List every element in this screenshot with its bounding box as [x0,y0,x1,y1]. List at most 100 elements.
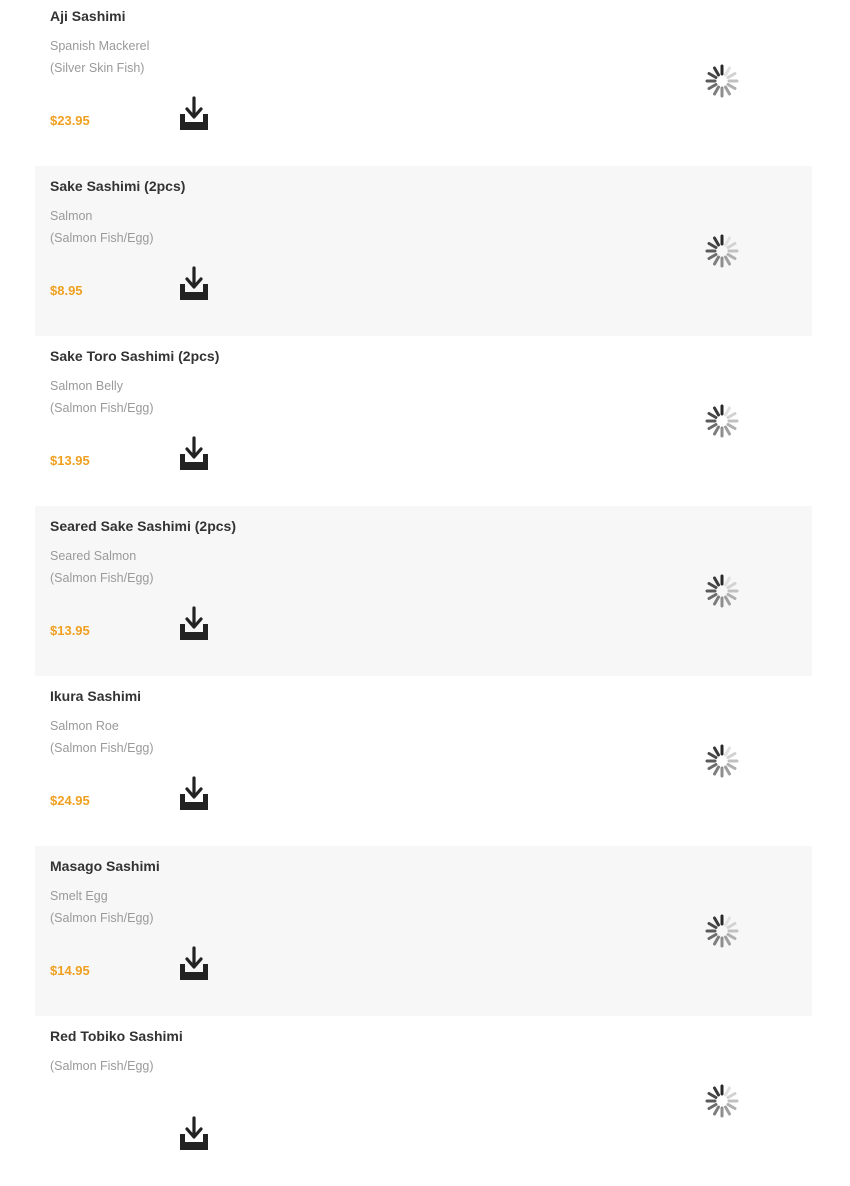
spinner-spoke [724,236,731,247]
spinner-spoke [707,423,718,430]
spinner-spoke [724,66,731,77]
tray-download-icon [180,1116,208,1150]
image-loading-icon [705,914,739,948]
add-to-cart-button[interactable] [177,946,211,982]
item-price: $14.95 [50,963,90,978]
item-name: Ikura Sashimi [50,688,142,704]
tray-download-icon [180,606,208,640]
menu-item: Aji Sashimi Spanish Mackerel (Silver Ski… [35,0,812,166]
spinner-spoke [713,1105,720,1116]
add-to-cart-button[interactable] [177,606,211,642]
spinner-spoke [707,763,718,770]
item-price: $23.95 [50,113,90,128]
image-loading-icon [705,1084,739,1118]
spinner-spoke [726,412,737,419]
spinner-spoke [707,242,718,249]
spinner-spoke [726,933,737,940]
item-description: Salmon Roe (Salmon Fish/Egg) [50,715,154,759]
spinner-spoke [713,935,720,946]
item-price: $13.95 [50,453,90,468]
spinner-spoke [713,425,720,436]
spinner-spoke [726,242,737,249]
spinner-spoke [707,72,718,79]
spinner-spoke [713,85,720,96]
spinner-spoke [724,576,731,587]
add-to-cart-button[interactable] [177,96,211,132]
spinner-spoke [724,595,731,606]
spinner-spoke [724,1105,731,1116]
spinner-spoke [724,935,731,946]
spinner-spoke [726,763,737,770]
spinner-spoke [707,412,718,419]
spinner-spoke [726,752,737,759]
menu-item: Masago Sashimi Smelt Egg (Salmon Fish/Eg… [35,846,812,1016]
item-name: Masago Sashimi [50,858,160,874]
spinner-spoke [707,933,718,940]
image-loading-icon [705,574,739,608]
item-price: $13.95 [50,623,90,638]
spinner-spoke [707,922,718,929]
item-description-line: (Salmon Fish/Egg) [50,571,154,585]
spinner-spoke [724,765,731,776]
item-price: $8.95 [50,283,83,298]
spinner-spoke [707,752,718,759]
item-name: Seared Sake Sashimi (2pcs) [50,518,236,534]
spinner-spoke [726,423,737,430]
item-description-line: (Salmon Fish/Egg) [50,401,154,415]
menu-item: Red Tobiko Sashimi (Salmon Fish/Egg) [35,1016,812,1186]
menu-list: Aji Sashimi Spanish Mackerel (Silver Ski… [35,0,812,1186]
spinner-spoke [707,582,718,589]
spinner-spoke [713,595,720,606]
item-description: (Salmon Fish/Egg) [50,1055,154,1077]
item-price: $24.95 [50,793,90,808]
tray-download-icon [180,96,208,130]
spinner-spoke [724,406,731,417]
add-to-cart-button[interactable] [177,266,211,302]
spinner-spoke [713,746,720,757]
image-loading-icon [705,744,739,778]
spinner-spoke [713,406,720,417]
spinner-spoke [713,1086,720,1097]
item-description-line: (Salmon Fish/Egg) [50,741,154,755]
tray-download-icon [180,266,208,300]
spinner-spoke [726,593,737,600]
spinner-spoke [707,253,718,260]
item-description-line: (Salmon Fish/Egg) [50,1059,154,1073]
spinner-spoke [707,593,718,600]
spinner-spoke [724,1086,731,1097]
add-to-cart-button[interactable] [177,1116,211,1152]
spinner-spoke [726,253,737,260]
menu-item: Seared Sake Sashimi (2pcs) Seared Salmon… [35,506,812,676]
item-name: Aji Sashimi [50,8,126,24]
spinner-spoke [724,425,731,436]
menu-item: Sake Toro Sashimi (2pcs) Salmon Belly (S… [35,336,812,506]
item-description-line: (Silver Skin Fish) [50,61,145,75]
item-description-line: Salmon Belly [50,379,123,393]
item-description-line: Salmon Roe [50,719,119,733]
add-to-cart-button[interactable] [177,436,211,472]
item-description-line: (Salmon Fish/Egg) [50,911,154,925]
spinner-spoke [726,582,737,589]
item-description-line: Smelt Egg [50,889,108,903]
spinner-spoke [724,916,731,927]
item-name: Red Tobiko Sashimi [50,1028,183,1044]
image-loading-icon [705,64,739,98]
image-loading-icon [705,404,739,438]
item-description: Spanish Mackerel (Silver Skin Fish) [50,35,149,79]
item-description: Smelt Egg (Salmon Fish/Egg) [50,885,154,929]
spinner-spoke [707,83,718,90]
spinner-spoke [713,255,720,266]
item-description-line: Salmon [50,209,93,223]
item-name: Sake Toro Sashimi (2pcs) [50,348,220,364]
tray-download-icon [180,946,208,980]
spinner-spoke [713,765,720,776]
item-description-line: Seared Salmon [50,549,137,563]
item-name: Sake Sashimi (2pcs) [50,178,186,194]
image-loading-icon [705,234,739,268]
add-to-cart-button[interactable] [177,776,211,812]
menu-item: Sake Sashimi (2pcs) Salmon (Salmon Fish/… [35,166,812,336]
item-description-line: (Salmon Fish/Egg) [50,231,154,245]
spinner-spoke [707,1092,718,1099]
tray-download-icon [180,776,208,810]
spinner-spoke [724,746,731,757]
